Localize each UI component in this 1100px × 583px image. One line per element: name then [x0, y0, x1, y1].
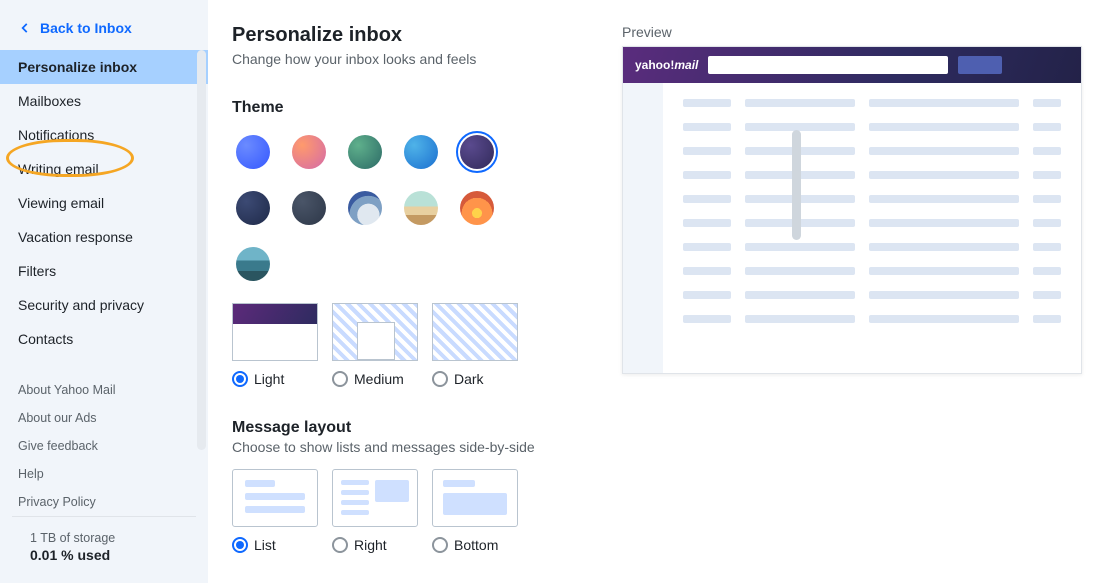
radio-icon	[432, 371, 448, 387]
preview-list-row	[683, 195, 1061, 203]
sidebar-item-contacts[interactable]: Contacts	[0, 322, 208, 356]
preview-pane: yahoo!mail	[622, 46, 1082, 374]
preview-list-row	[683, 123, 1061, 131]
about-link-about-our-ads[interactable]: About our Ads	[0, 404, 208, 432]
preview-list-row	[683, 219, 1061, 227]
sidebar-scrollbar[interactable]	[197, 50, 206, 450]
settings-form: Personalize inbox Change how your inbox …	[232, 24, 592, 583]
theme-swatch-navy[interactable]	[232, 187, 274, 229]
theme-swatch-sunset[interactable]	[288, 131, 330, 173]
theme-heading: Theme	[232, 99, 592, 117]
about-link-help[interactable]: Help	[0, 460, 208, 488]
layout-card-list[interactable]	[232, 469, 318, 527]
theme-mode-cards	[232, 303, 592, 361]
theme-mode-radio-medium[interactable]: Medium	[332, 371, 418, 387]
theme-swatch-lake[interactable]	[232, 243, 274, 285]
layout-card-bottom[interactable]	[432, 469, 518, 527]
main-scrollbar[interactable]	[792, 130, 801, 240]
preview-search-bar	[708, 56, 948, 74]
theme-mode-radio-light[interactable]: Light	[232, 371, 318, 387]
radio-icon	[332, 537, 348, 553]
theme-mode-card-light[interactable]	[232, 303, 318, 361]
sidebar-item-personalize-inbox[interactable]: Personalize inbox	[0, 50, 208, 84]
preview-list-row	[683, 243, 1061, 251]
sidebar-item-filters[interactable]: Filters	[0, 254, 208, 288]
radio-label: Right	[354, 537, 387, 553]
sidebar-item-notifications[interactable]: Notifications	[0, 118, 208, 152]
theme-swatch-dusk[interactable]	[456, 187, 498, 229]
radio-label: Dark	[454, 371, 484, 387]
page-subtitle: Change how your inbox looks and feels	[232, 51, 592, 67]
theme-mode-radios: Light Medium Dark	[232, 371, 592, 387]
back-to-inbox-link[interactable]: Back to Inbox	[0, 14, 208, 50]
preview-message-list	[663, 83, 1081, 373]
layout-radio-right[interactable]: Right	[332, 537, 418, 553]
page-title: Personalize inbox	[232, 24, 592, 47]
preview-list-row	[683, 291, 1061, 299]
about-link-give-feedback[interactable]: Give feedback	[0, 432, 208, 460]
sidebar-item-vacation-response[interactable]: Vacation response	[0, 220, 208, 254]
sidebar-item-security-and-privacy[interactable]: Security and privacy	[0, 288, 208, 322]
preview-list-row	[683, 267, 1061, 275]
theme-swatches	[232, 131, 532, 285]
theme-mode-radio-dark[interactable]: Dark	[432, 371, 518, 387]
theme-swatch-forest[interactable]	[344, 131, 386, 173]
theme-swatch-blue[interactable]	[232, 131, 274, 173]
back-link-label: Back to Inbox	[40, 20, 132, 36]
storage-used: 0.01 % used	[30, 547, 178, 563]
preview-header: yahoo!mail	[623, 47, 1081, 83]
preview-search-button	[958, 56, 1002, 74]
settings-sidebar: Back to Inbox Personalize inboxMailboxes…	[0, 0, 208, 583]
theme-swatch-ocean[interactable]	[400, 131, 442, 173]
radio-label: Medium	[354, 371, 404, 387]
theme-swatch-indigo[interactable]	[456, 131, 498, 173]
theme-swatch-beach[interactable]	[400, 187, 442, 229]
about-link-list: About Yahoo MailAbout our AdsGive feedba…	[0, 376, 208, 516]
preview-list-row	[683, 99, 1061, 107]
settings-main: Personalize inbox Change how your inbox …	[208, 0, 1100, 583]
preview-nav-column	[623, 83, 663, 373]
layout-subtitle: Choose to show lists and messages side-b…	[232, 439, 592, 455]
preview-list-row	[683, 147, 1061, 155]
radio-label: Bottom	[454, 537, 498, 553]
storage-label: 1 TB of storage	[30, 531, 178, 545]
preview-column: Preview yahoo!mail	[622, 24, 1082, 583]
radio-label: List	[254, 537, 276, 553]
preview-list-row	[683, 315, 1061, 323]
layout-cards	[232, 469, 592, 527]
preview-label: Preview	[622, 24, 1082, 40]
layout-heading: Message layout	[232, 419, 592, 437]
about-link-about-yahoo-mail[interactable]: About Yahoo Mail	[0, 376, 208, 404]
storage-meter: 1 TB of storage 0.01 % used	[12, 516, 196, 583]
about-link-privacy-policy[interactable]: Privacy Policy	[0, 488, 208, 516]
radio-icon	[432, 537, 448, 553]
radio-icon	[232, 371, 248, 387]
radio-label: Light	[254, 371, 284, 387]
yahoo-mail-logo: yahoo!mail	[635, 58, 698, 72]
layout-radio-bottom[interactable]: Bottom	[432, 537, 518, 553]
sidebar-item-viewing-email[interactable]: Viewing email	[0, 186, 208, 220]
settings-nav-list: Personalize inboxMailboxesNotificationsW…	[0, 50, 208, 356]
preview-list-row	[683, 171, 1061, 179]
preview-body	[623, 83, 1081, 373]
layout-radios: List Right Bottom	[232, 537, 592, 553]
sidebar-item-writing-email[interactable]: Writing email	[0, 152, 208, 186]
sidebar-item-mailboxes[interactable]: Mailboxes	[0, 84, 208, 118]
arrow-left-icon	[18, 21, 32, 35]
layout-radio-list[interactable]: List	[232, 537, 318, 553]
radio-icon	[232, 537, 248, 553]
theme-swatch-slate[interactable]	[288, 187, 330, 229]
theme-mode-card-dark[interactable]	[432, 303, 518, 361]
radio-icon	[332, 371, 348, 387]
theme-mode-card-medium[interactable]	[332, 303, 418, 361]
layout-card-right[interactable]	[332, 469, 418, 527]
theme-swatch-mountain[interactable]	[344, 187, 386, 229]
